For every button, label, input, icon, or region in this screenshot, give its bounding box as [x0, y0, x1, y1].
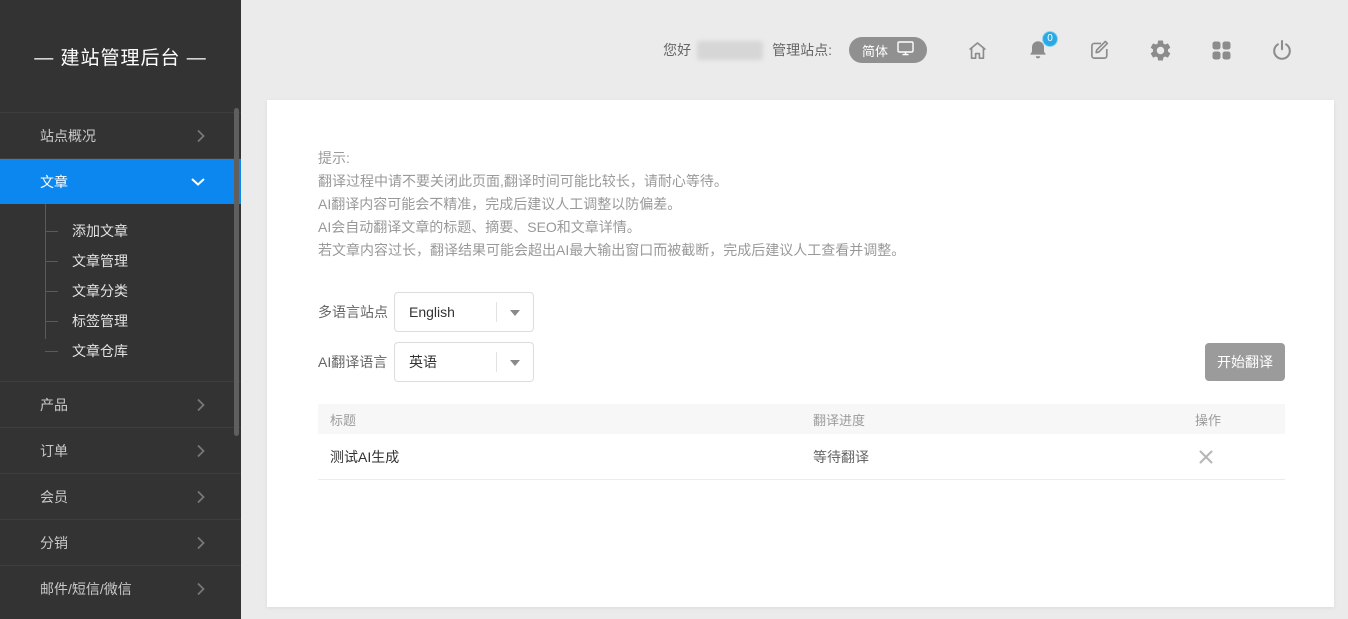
chevron-down-icon [191, 178, 205, 186]
column-header-actions: 操作 [1195, 410, 1285, 429]
articles-submenu: 添加文章 文章管理 文章分类 标签管理 文章仓库 [0, 204, 241, 381]
sidebar-nav: 站点概况 文章 添加文章 文章管理 文章分类 标签管理 文章仓库 产品 [0, 112, 241, 611]
select-divider [496, 352, 497, 372]
manage-site-label: 管理站点: [772, 40, 832, 60]
chevron-right-icon [197, 490, 205, 504]
submenu-item-article-management[interactable]: 文章管理 [0, 246, 241, 276]
sidebar-item-label: 邮件/短信/微信 [40, 579, 132, 599]
ai-language-label: AI翻译语言 [318, 352, 394, 372]
tips-line: AI翻译内容可能会不精准，完成后建议人工调整以防偏差。 [318, 193, 1285, 216]
power-logout-icon[interactable] [1269, 37, 1295, 63]
multilingual-site-value: English [409, 304, 455, 320]
submenu-item-article-repository[interactable]: 文章仓库 [0, 336, 241, 366]
tips-line: AI会自动翻译文章的标题、摘要、SEO和文章详情。 [318, 216, 1285, 239]
ai-language-value: 英语 [409, 352, 437, 372]
submenu-item-article-category[interactable]: 文章分类 [0, 276, 241, 306]
ai-language-select[interactable]: 英语 [394, 342, 534, 382]
redacted-username [697, 41, 763, 60]
chevron-right-icon [197, 536, 205, 550]
tips-title: 提示: [318, 147, 1285, 170]
topbar-icons: 0 [964, 37, 1295, 63]
sidebar-item-orders[interactable]: 订单 [0, 427, 241, 473]
edit-icon[interactable] [1086, 37, 1112, 63]
column-header-progress: 翻译进度 [813, 410, 1195, 429]
chevron-right-icon [197, 444, 205, 458]
greeting-text: 您好 [663, 40, 691, 60]
sidebar-item-members[interactable]: 会员 [0, 473, 241, 519]
tips-line: 若文章内容过长，翻译结果可能会超出AI最大输出窗口而被截断，完成后建议人工查看并… [318, 239, 1285, 262]
translation-progress-cell: 等待翻译 [813, 447, 1195, 467]
caret-down-icon [510, 310, 520, 316]
notifications-bell-icon[interactable]: 0 [1025, 37, 1051, 63]
monitor-icon [897, 41, 914, 59]
sidebar-item-label: 分销 [40, 533, 68, 553]
apps-grid-icon[interactable] [1208, 37, 1234, 63]
topbar: 您好 管理站点: 简体 [241, 0, 1348, 100]
table-header: 标题 翻译进度 操作 [318, 404, 1285, 434]
chevron-right-icon [197, 129, 205, 143]
app-title: — 建站管理后台 — [0, 0, 241, 112]
multilingual-site-label: 多语言站点 [318, 302, 394, 322]
sidebar-item-label: 文章 [40, 172, 68, 192]
sidebar-item-label: 站点概况 [40, 126, 96, 146]
table-row: 测试AI生成 等待翻译 [318, 434, 1285, 480]
sidebar-item-site-overview[interactable]: 站点概况 [0, 112, 241, 158]
settings-gear-icon[interactable] [1147, 37, 1173, 63]
sidebar-item-label: 产品 [40, 395, 68, 415]
translation-table: 标题 翻译进度 操作 测试AI生成 等待翻译 [318, 404, 1285, 480]
start-translation-button[interactable]: 开始翻译 [1205, 343, 1285, 381]
sidebar-scrollbar[interactable] [234, 108, 239, 436]
chevron-right-icon [197, 398, 205, 412]
sidebar-item-label: 会员 [40, 487, 68, 507]
submenu-item-add-article[interactable]: 添加文章 [0, 216, 241, 246]
sidebar-item-articles[interactable]: 文章 [0, 158, 241, 204]
caret-down-icon [510, 360, 520, 366]
chevron-right-icon [197, 582, 205, 596]
translation-panel: 提示: 翻译过程中请不要关闭此页面,翻译时间可能比较长，请耐心等待。 AI翻译内… [267, 100, 1334, 607]
article-title-cell: 测试AI生成 [318, 447, 813, 467]
remove-row-icon[interactable] [1198, 449, 1216, 465]
home-icon[interactable] [964, 37, 990, 63]
submenu-item-tag-management[interactable]: 标签管理 [0, 306, 241, 336]
tips-line: 翻译过程中请不要关闭此页面,翻译时间可能比较长，请耐心等待。 [318, 170, 1285, 193]
sidebar-item-label: 订单 [40, 441, 68, 461]
sidebar: — 建站管理后台 — 站点概况 文章 添加文章 文章管理 文章分类 标签管理 文… [0, 0, 241, 619]
sidebar-item-distribution[interactable]: 分销 [0, 519, 241, 565]
language-switch-label: 简体 [862, 41, 888, 60]
multilingual-site-select[interactable]: English [394, 292, 534, 332]
sidebar-item-products[interactable]: 产品 [0, 381, 241, 427]
tips-block: 提示: 翻译过程中请不要关闭此页面,翻译时间可能比较长，请耐心等待。 AI翻译内… [318, 147, 1285, 262]
language-switch-button[interactable]: 简体 [849, 37, 927, 63]
sidebar-item-mail-sms-wechat[interactable]: 邮件/短信/微信 [0, 565, 241, 611]
notification-badge: 0 [1042, 31, 1058, 47]
select-divider [496, 302, 497, 322]
app-root: — 建站管理后台 — 站点概况 文章 添加文章 文章管理 文章分类 标签管理 文… [0, 0, 1348, 619]
column-header-title: 标题 [318, 410, 813, 429]
translation-form: 多语言站点 English AI翻译语言 英语 开始翻译 [318, 292, 1285, 382]
